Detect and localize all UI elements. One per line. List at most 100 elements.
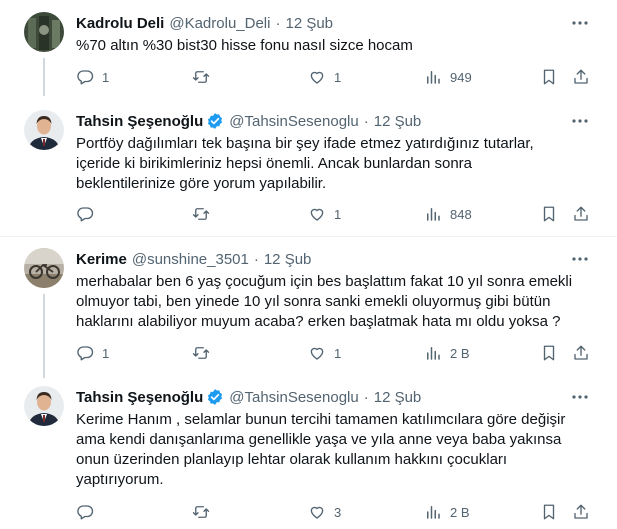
reply-button[interactable]: 1 — [76, 342, 109, 364]
avatar[interactable] — [24, 248, 64, 288]
retweet-icon — [192, 208, 210, 220]
more-icon[interactable] — [570, 387, 590, 407]
retweet-icon — [192, 506, 210, 518]
tweet-text-line: %70 altın %30 bist30 hisse fonu nasıl si… — [76, 37, 413, 54]
author-name[interactable]: Kerime — [76, 251, 127, 268]
tweet-date[interactable]: 12 Şub — [285, 15, 333, 32]
author-handle[interactable]: @TahsinSesenoglu — [229, 113, 358, 130]
tweet-actions: 1 1 949 — [76, 66, 596, 88]
views-count: 2 B — [450, 345, 470, 361]
like-button[interactable]: 1 — [308, 66, 341, 88]
views-icon — [427, 347, 440, 360]
avatar[interactable] — [24, 386, 64, 426]
author-handle[interactable]: @TahsinSesenoglu — [229, 389, 358, 406]
thread-line — [43, 294, 45, 378]
tweet-text-line: içeride ki birikimleriniz hepsi önemli. … — [76, 155, 473, 172]
views-icon — [427, 71, 440, 84]
tweet-text-line: Portföy dağılımları tek başına bir şey i… — [76, 135, 534, 152]
tweet-actions: 1 848 — [76, 203, 596, 225]
reply-count: 1 — [102, 345, 110, 361]
like-count: 3 — [334, 504, 342, 520]
like-button[interactable]: 1 — [308, 203, 341, 225]
more-icon[interactable] — [570, 249, 590, 269]
share-button[interactable] — [572, 501, 590, 523]
share-button[interactable] — [572, 342, 590, 364]
like-count: 1 — [334, 345, 342, 361]
retweet-button[interactable] — [192, 501, 218, 523]
verified-badge-icon — [208, 113, 223, 129]
tweet-date[interactable]: 12 Şub — [264, 251, 312, 268]
reply-icon — [77, 505, 94, 520]
views-button[interactable]: 2 B — [424, 342, 470, 364]
separator: · — [275, 14, 281, 32]
author-name[interactable]: Kadrolu Deli — [76, 15, 164, 32]
tweet-header: Kerime @sunshine_3501 · 12 Şub — [76, 248, 311, 270]
retweet-button[interactable] — [192, 342, 218, 364]
share-icon — [574, 69, 588, 84]
author-handle[interactable]: @Kadrolu_Deli — [169, 15, 270, 32]
more-icon[interactable] — [570, 111, 590, 131]
tweet-text-line: haklarını alabiliyor muyum acaba? erken … — [76, 313, 561, 330]
views-button[interactable]: 848 — [424, 203, 472, 225]
separator: · — [363, 112, 369, 130]
thread-line — [43, 58, 45, 96]
views-count: 848 — [450, 206, 472, 222]
reply-icon — [77, 346, 94, 361]
share-button[interactable] — [572, 203, 590, 225]
heart-icon — [310, 71, 324, 84]
bookmark-button[interactable] — [540, 501, 558, 523]
bookmark-icon — [543, 504, 555, 520]
tweet-text-line: onun üzerinden planlayıp lehtar olarak k… — [76, 451, 508, 468]
author-name[interactable]: Tahsin Şeşenoğlu — [76, 389, 203, 406]
tweet-actions: 1 1 2 B — [76, 342, 596, 364]
avatar[interactable] — [24, 110, 64, 150]
retweet-button[interactable] — [192, 66, 218, 88]
retweet-button[interactable] — [192, 203, 218, 225]
verified-badge-icon — [208, 389, 223, 405]
tweet-date[interactable]: 12 Şub — [374, 389, 422, 406]
like-button[interactable]: 3 — [308, 501, 341, 523]
like-count: 1 — [334, 69, 342, 85]
tweet-text-line: Kerime Hanım , selamlar bunun tercihi ta… — [76, 411, 566, 428]
tweet-text: Kerime Hanım , selamlar bunun tercihi ta… — [76, 410, 596, 490]
tweet-header: Tahsin Şeşenoğlu @TahsinSesenoglu · 12 Ş… — [76, 386, 421, 408]
tweet-date[interactable]: 12 Şub — [374, 113, 422, 130]
author-handle[interactable]: @sunshine_3501 — [132, 251, 249, 268]
bookmark-button[interactable] — [540, 203, 558, 225]
bookmark-button[interactable] — [540, 342, 558, 364]
tweet-header: Tahsin Şeşenoğlu @TahsinSesenoglu · 12 Ş… — [76, 110, 421, 132]
heart-icon — [310, 506, 324, 519]
bookmark-icon — [543, 69, 555, 85]
more-icon[interactable] — [570, 13, 590, 33]
reply-button[interactable]: 1 — [76, 66, 109, 88]
share-button[interactable] — [572, 66, 590, 88]
tweet-text-line: ama kendi danışanlarıma genellikle yaşa … — [76, 431, 562, 448]
bookmark-icon — [543, 345, 555, 361]
like-button[interactable]: 1 — [308, 342, 341, 364]
reply-button[interactable] — [76, 501, 102, 523]
views-button[interactable]: 2 B — [424, 501, 470, 523]
tweet-text-line: merhabalar ben 6 yaş çocuğum için bes ba… — [76, 273, 573, 290]
separator: · — [253, 250, 259, 268]
tweet-text-line: olmuyor tabi, ben yinede 10 yıl sonra sa… — [76, 293, 551, 310]
share-icon — [574, 345, 588, 360]
tweet-header: Kadrolu Deli @Kadrolu_Deli · 12 Şub — [76, 12, 333, 34]
author-name[interactable]: Tahsin Şeşenoğlu — [76, 113, 203, 130]
tweet-text: %70 altın %30 bist30 hisse fonu nasıl si… — [76, 36, 596, 56]
views-count: 949 — [450, 69, 472, 85]
reply-button[interactable] — [76, 203, 102, 225]
views-count: 2 B — [450, 504, 470, 520]
avatar[interactable] — [24, 12, 64, 52]
bookmark-icon — [543, 206, 555, 222]
tweet-actions: 3 2 B — [76, 501, 596, 523]
thread-divider — [0, 236, 617, 237]
heart-icon — [310, 208, 324, 221]
share-icon — [574, 206, 588, 221]
reply-icon — [77, 207, 94, 222]
views-button[interactable]: 949 — [424, 66, 472, 88]
tweet-text-line: beklentilerinize göre yorum yapılabilir. — [76, 175, 327, 192]
views-icon — [427, 208, 440, 221]
bookmark-button[interactable] — [540, 66, 558, 88]
heart-icon — [310, 347, 324, 360]
views-icon — [427, 506, 440, 519]
